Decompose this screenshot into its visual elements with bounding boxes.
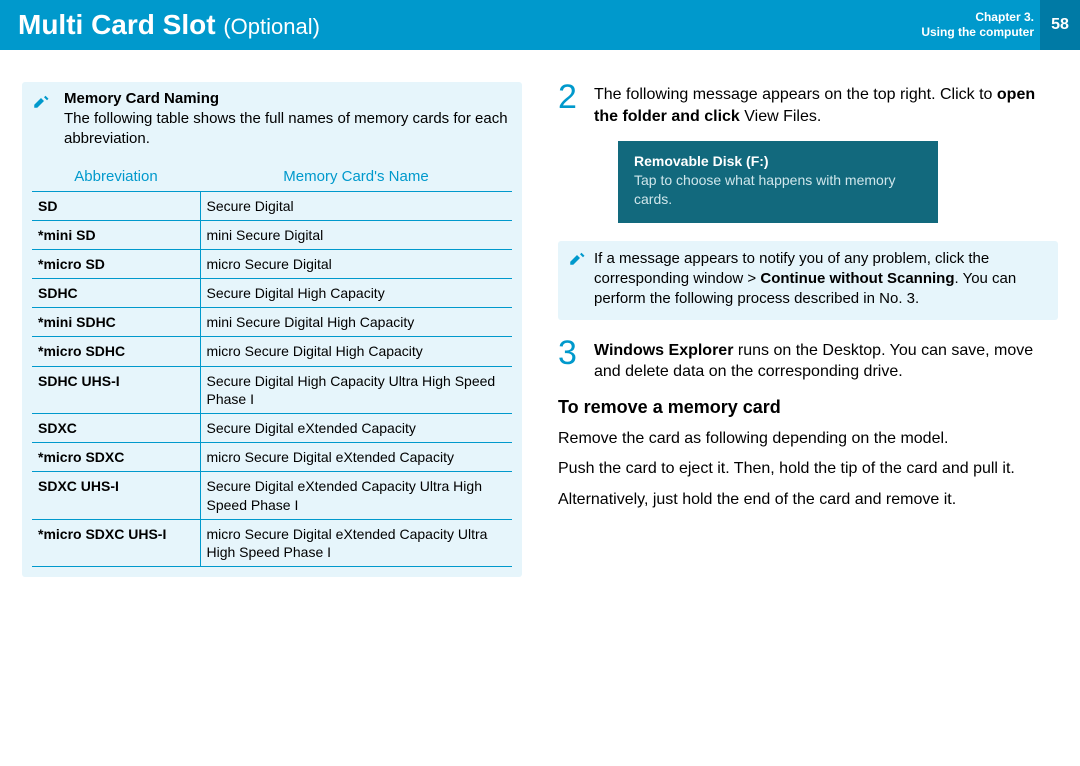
cell-abbr: *micro SDXC UHS-I xyxy=(32,519,200,566)
table-row: *micro SDmicro Secure Digital xyxy=(32,249,512,278)
step-2-text: The following message appears on the top… xyxy=(594,82,1058,127)
cell-name: micro Secure Digital eXtended Capacity xyxy=(200,443,512,472)
table-row: SDHCSecure Digital High Capacity xyxy=(32,279,512,308)
scan-warning-note: If a message appears to notify you of an… xyxy=(558,241,1058,320)
chapter-info: Chapter 3. Using the computer xyxy=(921,10,1040,40)
remove-para-2: Push the card to eject it. Then, hold th… xyxy=(558,458,1058,480)
table-row: SDXC UHS-ISecure Digital eXtended Capaci… xyxy=(32,472,512,519)
remove-para-3: Alternatively, just hold the end of the … xyxy=(558,489,1058,511)
table-row: SDSecure Digital xyxy=(32,191,512,220)
cell-abbr: SDXC UHS-I xyxy=(32,472,200,519)
note-heading: Memory Card Naming xyxy=(64,90,512,107)
note2-b: Continue without Scanning xyxy=(760,270,954,287)
table-row: *micro SDXC UHS-Imicro Secure Digital eX… xyxy=(32,519,512,566)
toast-title: Removable Disk (F:) xyxy=(634,153,922,169)
cell-name: Secure Digital High Capacity xyxy=(200,279,512,308)
remove-card-heading: To remove a memory card xyxy=(558,397,1058,418)
cell-abbr: SD xyxy=(32,191,200,220)
right-column: 2 The following message appears on the t… xyxy=(558,82,1058,577)
title-main: Multi Card Slot xyxy=(18,9,216,40)
cell-name: Secure Digital xyxy=(200,191,512,220)
memory-card-table: Abbreviation Memory Card's Name SDSecure… xyxy=(32,162,512,568)
table-row: SDHC UHS-ISecure Digital High Capacity U… xyxy=(32,366,512,413)
note-pencil-icon xyxy=(568,249,586,310)
title-optional: (Optional) xyxy=(223,14,320,39)
cell-abbr: *micro SDHC xyxy=(32,337,200,366)
table-row: SDXCSecure Digital eXtended Capacity xyxy=(32,414,512,443)
step-3-text-a: Windows Explorer xyxy=(594,342,733,359)
step-2-text-c: View Files. xyxy=(740,108,822,125)
step-3-text: Windows Explorer runs on the Desktop. Yo… xyxy=(594,338,1058,383)
cell-name: Secure Digital eXtended Capacity Ultra H… xyxy=(200,472,512,519)
cell-name: micro Secure Digital xyxy=(200,249,512,278)
table-row: *micro SDHCmicro Secure Digital High Cap… xyxy=(32,337,512,366)
table-row: *mini SDHCmini Secure Digital High Capac… xyxy=(32,308,512,337)
table-header-name: Memory Card's Name xyxy=(200,162,512,192)
cell-name: micro Secure Digital eXtended Capacity U… xyxy=(200,519,512,566)
page-title: Multi Card Slot (Optional) xyxy=(18,9,320,41)
chapter-line2: Using the computer xyxy=(921,25,1034,40)
cell-name: micro Secure Digital High Capacity xyxy=(200,337,512,366)
cell-name: Secure Digital High Capacity Ultra High … xyxy=(200,366,512,413)
memory-card-naming-note: Memory Card Naming The following table s… xyxy=(22,82,522,577)
step-2-number: 2 xyxy=(558,82,584,127)
cell-name: mini Secure Digital High Capacity xyxy=(200,308,512,337)
cell-abbr: SDXC xyxy=(32,414,200,443)
scan-warning-text: If a message appears to notify you of an… xyxy=(594,249,1048,310)
note-pencil-icon xyxy=(32,92,50,150)
note-body: The following table shows the full names… xyxy=(64,109,512,150)
table-row: *micro SDXCmicro Secure Digital eXtended… xyxy=(32,443,512,472)
page-number: 58 xyxy=(1040,0,1080,50)
table-row: *mini SDmini Secure Digital xyxy=(32,220,512,249)
cell-name: Secure Digital eXtended Capacity xyxy=(200,414,512,443)
chapter-line1: Chapter 3. xyxy=(921,10,1034,25)
cell-abbr: *mini SD xyxy=(32,220,200,249)
cell-name: mini Secure Digital xyxy=(200,220,512,249)
cell-abbr: *micro SDXC xyxy=(32,443,200,472)
cell-abbr: *micro SD xyxy=(32,249,200,278)
remove-para-1: Remove the card as following depending o… xyxy=(558,428,1058,450)
cell-abbr: *mini SDHC xyxy=(32,308,200,337)
removable-disk-toast[interactable]: Removable Disk (F:) Tap to choose what h… xyxy=(618,141,938,223)
step-2: 2 The following message appears on the t… xyxy=(558,82,1058,127)
step-2-text-a: The following message appears on the top… xyxy=(594,86,997,103)
toast-body: Tap to choose what happens with memory c… xyxy=(634,171,922,209)
cell-abbr: SDHC UHS-I xyxy=(32,366,200,413)
left-column: Memory Card Naming The following table s… xyxy=(22,82,522,577)
step-3-number: 3 xyxy=(558,338,584,383)
cell-abbr: SDHC xyxy=(32,279,200,308)
step-3: 3 Windows Explorer runs on the Desktop. … xyxy=(558,338,1058,383)
header-right-block: Chapter 3. Using the computer 58 xyxy=(921,0,1080,50)
page-header: Multi Card Slot (Optional) Chapter 3. Us… xyxy=(0,0,1080,50)
table-header-abbr: Abbreviation xyxy=(32,162,200,192)
